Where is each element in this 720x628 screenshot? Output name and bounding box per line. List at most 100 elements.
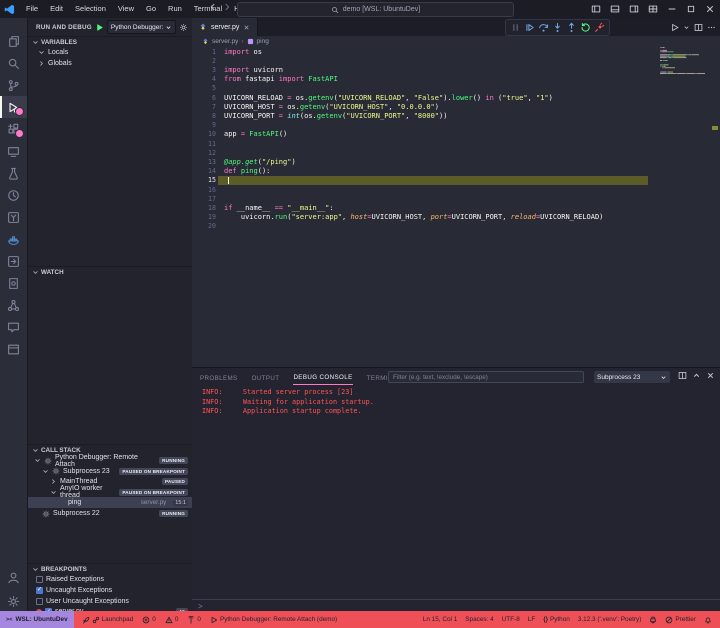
code-line-14[interactable]: 14def ping(): [192, 167, 720, 176]
layout-sidebar-icon[interactable] [587, 1, 604, 17]
code-line-6[interactable]: 6UVICORN_RELOAD = os.getenv("UVICORN_REL… [192, 93, 720, 102]
breakpoint-checkbox[interactable]: ✓ [36, 587, 43, 594]
close-icon[interactable] [701, 1, 718, 17]
section-header-variables[interactable]: VARIABLES [28, 36, 192, 47]
callstack-row[interactable]: Python Debugger: Remote AttachRUNNING [28, 455, 192, 466]
console-filter-input[interactable] [388, 371, 584, 383]
activity-accounts[interactable] [0, 566, 27, 588]
forward-icon[interactable] [222, 2, 232, 12]
breakpoint-checkbox[interactable] [36, 598, 43, 605]
activity-docker[interactable] [0, 228, 27, 250]
code-line-19[interactable]: 19 uvicorn.run("server:app", host=UVICOR… [192, 213, 720, 222]
maximize-icon[interactable] [682, 1, 699, 17]
pause-icon[interactable] [509, 21, 522, 34]
command-center[interactable]: demo [WSL: UbuntuDev] [237, 2, 514, 17]
code-line-20[interactable]: 20 [192, 222, 720, 231]
start-debugging-button[interactable] [95, 23, 104, 32]
code-line-17[interactable]: 17 [192, 194, 720, 203]
layout-panel-icon[interactable] [606, 1, 623, 17]
code-line-3[interactable]: 3import uvicorn [192, 65, 720, 74]
variables-row-globals[interactable]: Globals [28, 58, 192, 69]
code-line-16[interactable]: 16 [192, 185, 720, 194]
menu-edit[interactable]: Edit [44, 0, 69, 18]
status-debug-session[interactable]: Python Debugger: Remote Attach (demo) [210, 616, 337, 624]
code-line-8[interactable]: 8UVICORN_PORT = int(os.getenv("UVICORN_P… [192, 111, 720, 120]
activity-search[interactable] [0, 52, 27, 74]
status-python-interpreter[interactable]: 3.12.3 ('.venv': Poetry) [578, 616, 642, 623]
minimize-icon[interactable] [663, 1, 680, 17]
breadcrumb-file[interactable]: server.py [212, 38, 238, 45]
activity-tool-box-a[interactable] [0, 206, 27, 228]
more-icon[interactable] [707, 23, 716, 32]
status-ports[interactable]: 0 [187, 616, 201, 624]
breakpoint-row[interactable]: ✓Uncaught Exceptions [28, 585, 192, 596]
code-line-12[interactable]: 12 [192, 148, 720, 157]
split-editor-icon[interactable] [694, 23, 703, 32]
code-line-1[interactable]: 1import os [192, 47, 720, 56]
menu-go[interactable]: Go [140, 0, 162, 18]
restart-icon[interactable] [579, 21, 592, 34]
status-printer[interactable] [649, 616, 657, 624]
code-line-18[interactable]: 18if __name__ == "__main__": [192, 203, 720, 212]
status-errors[interactable]: 0 [142, 616, 156, 624]
debug-configuration-dropdown[interactable]: Python Debugger: [107, 20, 176, 34]
run-icon[interactable] [670, 23, 679, 32]
code-line-13[interactable]: 13@app.get("/ping") [192, 157, 720, 166]
activity-testing[interactable] [0, 162, 27, 184]
code-line-5[interactable]: 5 [192, 84, 720, 93]
code-line-11[interactable]: 11 [192, 139, 720, 148]
menu-file[interactable]: File [20, 0, 44, 18]
remote-indicator[interactable]: >< WSL: UbuntuDev [0, 611, 74, 628]
status-cursor-position[interactable]: Ln 15, Col 1 [423, 616, 457, 623]
callstack-row[interactable]: Subprocess 22RUNNING [28, 508, 192, 519]
close-panel-icon[interactable] [706, 371, 715, 380]
code-line-10[interactable]: 10app = FastAPI() [192, 130, 720, 139]
status-launchpad[interactable]: Launchpad [82, 616, 134, 624]
code-line-7[interactable]: 7UVICORN_HOST = os.getenv("UVICORN_HOST"… [192, 102, 720, 111]
status-language-mode[interactable]: {}Python [543, 616, 570, 623]
panel-tab-problems[interactable]: PROBLEMS [200, 372, 238, 385]
debug-console-output[interactable]: INFO: Started server process [23]INFO: W… [202, 388, 710, 417]
continue-icon[interactable] [523, 21, 536, 34]
debug-session-dropdown[interactable]: Subprocess 23 [594, 371, 670, 383]
callstack-row[interactable]: AnyIO worker threadPAUSED ON BREAKPOINT [28, 487, 192, 498]
breadcrumb[interactable]: server.py › ping [192, 36, 720, 47]
activity-source-control[interactable] [0, 74, 27, 96]
activity-organization[interactable] [0, 294, 27, 316]
step-into-icon[interactable] [551, 21, 564, 34]
layout-secondary-icon[interactable] [625, 1, 642, 17]
status-encoding[interactable]: UTF-8 [502, 616, 520, 623]
callstack-row[interactable]: Subprocess 23PAUSED ON BREAKPOINT [28, 466, 192, 477]
callstack-row[interactable]: pingserver.py15:1 [28, 497, 192, 508]
variables-row-locals[interactable]: Locals [28, 47, 192, 58]
menu-view[interactable]: View [112, 0, 140, 18]
layout-customize-icon[interactable] [644, 1, 661, 17]
breakpoint-row[interactable]: User Uncaught Exceptions [28, 596, 192, 607]
breakpoint-checkbox[interactable] [36, 576, 43, 583]
status-indentation[interactable]: Spaces: 4 [465, 616, 493, 623]
activity-preview[interactable] [0, 338, 27, 360]
breakpoint-row[interactable]: Raised Exceptions [28, 574, 192, 585]
status-prettier[interactable]: Prettier [665, 616, 696, 624]
maximize-panel-icon[interactable] [692, 371, 701, 380]
activity-extensions[interactable] [0, 118, 27, 140]
activity-tool-box-b[interactable] [0, 250, 27, 272]
step-out-icon[interactable] [565, 21, 578, 34]
breadcrumb-symbol[interactable]: ping [257, 38, 269, 45]
code-line-9[interactable]: 9 [192, 121, 720, 130]
activity-notebook[interactable] [0, 272, 27, 294]
close-tab-icon[interactable] [243, 24, 250, 31]
activity-comments[interactable] [0, 316, 27, 338]
menu-selection[interactable]: Selection [69, 0, 112, 18]
activity-run-and-debug[interactable] [0, 96, 27, 118]
step-over-icon[interactable] [537, 21, 550, 34]
activity-settings[interactable] [0, 590, 27, 612]
activity-explorer[interactable] [0, 30, 27, 52]
split-editor-icon[interactable] [678, 371, 687, 380]
menu-run[interactable]: Run [162, 0, 188, 18]
tab-server-py[interactable]: server.py [192, 18, 258, 36]
chev-down-icon[interactable] [683, 24, 690, 31]
activity-history[interactable] [0, 184, 27, 206]
section-header-breakpoints[interactable]: BREAKPOINTS [28, 563, 192, 574]
code-line-15[interactable]: 15 return ({"ping": "pong!"}) [192, 176, 720, 185]
